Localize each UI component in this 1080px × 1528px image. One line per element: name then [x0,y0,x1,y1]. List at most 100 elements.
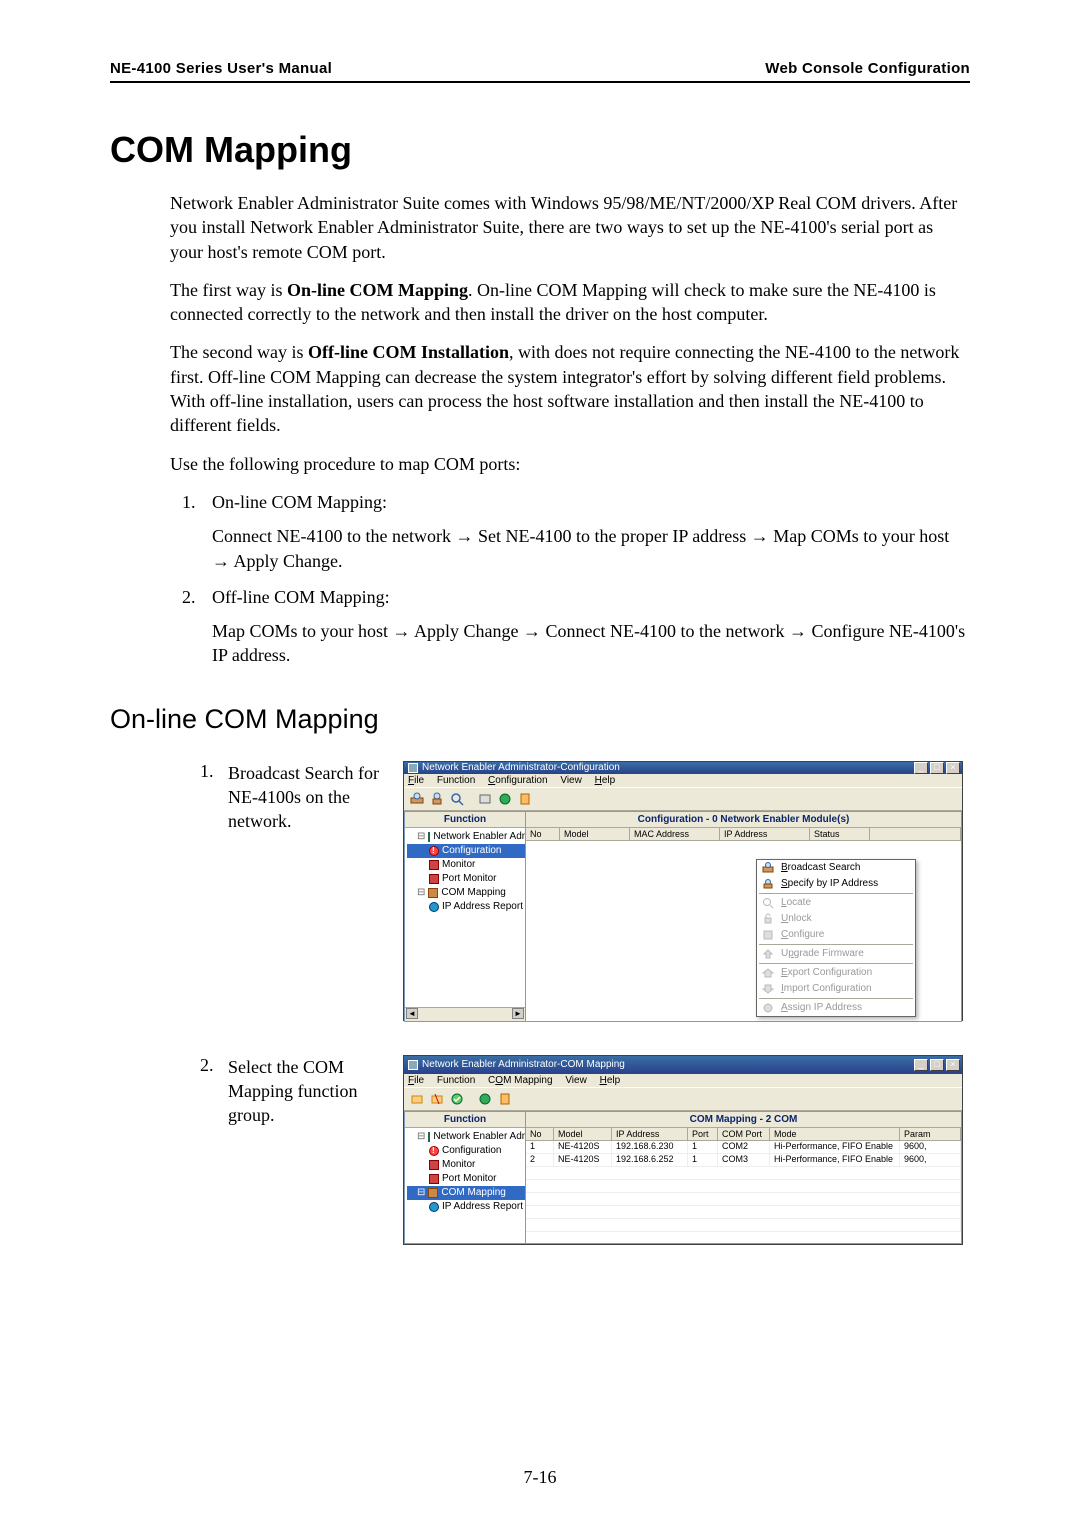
ctx-assign-ip: Assign IP Address [757,1000,915,1016]
toolbar-btn-6[interactable] [516,790,534,808]
config-window: Network Enabler Administrator-Configurat… [403,761,963,1021]
col-param[interactable]: Param [900,1128,961,1140]
menu-function[interactable]: Function [437,775,475,786]
menu-help[interactable]: Help [595,775,616,786]
step-1-text: Broadcast Search for NE-4100s on the net… [228,761,403,834]
export-icon [761,966,775,980]
close-button[interactable]: × [946,762,960,774]
table-row[interactable]: 2 NE-4120S 192.168.6.252 1 COM3 Hi-Perfo… [526,1154,961,1167]
broadcast-icon [761,861,775,875]
ctx-import: Import Configuration [757,981,915,997]
config-icon [429,1146,439,1156]
menu-configuration[interactable]: Configuration [488,775,548,786]
step-1-screenshot: Network Enabler Administrator-Configurat… [403,761,970,1021]
tree-com-mapping[interactable]: ⊟COM Mapping [407,886,525,900]
toolbar-btn-5[interactable] [496,790,514,808]
toolbar-btn-2[interactable] [428,790,446,808]
toolbar-btn-5[interactable] [496,1090,514,1108]
menu-com-mapping[interactable]: COM Mapping [488,1075,552,1086]
config-icon [429,846,439,856]
col-model[interactable]: Model [554,1128,612,1140]
tree-port-monitor[interactable]: Port Monitor [407,872,525,886]
minimize-button[interactable]: _ [914,1059,928,1071]
tree-port-monitor[interactable]: Port Monitor [407,1172,525,1186]
close-button[interactable]: × [946,1059,960,1071]
maximize-button[interactable]: □ [930,1059,944,1071]
menu-file[interactable]: File [408,775,424,786]
port-monitor-icon [429,874,439,884]
menu-help[interactable]: Help [600,1075,621,1086]
para-use: Use the following procedure to map COM p… [170,452,970,476]
monitor-icon [429,860,439,870]
col-comport[interactable]: COM Port [718,1128,770,1140]
locate-icon [761,896,775,910]
menu-view[interactable]: View [560,775,582,786]
toolbar-btn-4[interactable] [476,790,494,808]
ip-report-icon [429,1202,439,1212]
minimize-button[interactable]: _ [914,762,928,774]
com-mapping-icon [428,888,438,898]
titlebar-2: Network Enabler Administrator-COM Mappin… [404,1056,962,1074]
toolbar-btn-4[interactable] [476,1090,494,1108]
toolbar-2 [404,1087,962,1111]
col-mac[interactable]: MAC Address [630,828,720,840]
ctx-unlock: Unlock [757,911,915,927]
grid-rows: 1 NE-4120S 192.168.6.230 1 COM2 Hi-Perfo… [526,1141,961,1232]
ip-report-icon [429,902,439,912]
col-model[interactable]: Model [560,828,630,840]
menubar-2: File Function COM Mapping View Help [404,1074,962,1087]
col-ip[interactable]: IP Address [720,828,810,840]
menu-function[interactable]: Function [437,1075,475,1086]
tree-com-mapping[interactable]: ⊟COM Mapping [407,1186,525,1200]
tree-monitor[interactable]: Monitor [407,1158,525,1172]
menu-view[interactable]: View [565,1075,587,1086]
function-tree-2: Function ⊟Network Enabler Admi… Configur… [404,1111,526,1244]
ctx-upgrade: Upgrade Firmware [757,946,915,962]
col-no[interactable]: No [526,1128,554,1140]
toolbar-btn-3[interactable] [448,1090,466,1108]
tree-root[interactable]: ⊟Network Enabler Admi… [407,830,525,844]
ctx-specify-ip[interactable]: Specify by IP Address [757,876,915,892]
col-status[interactable]: Status [810,828,870,840]
ctx-configure: Configure [757,927,915,943]
intro-para: Network Enabler Administrator Suite come… [170,191,970,264]
maximize-button[interactable]: □ [930,762,944,774]
toolbar-btn-3[interactable] [448,790,466,808]
ctx-broadcast-search[interactable]: Broadcast Search [757,860,915,876]
toolbar-btn-1[interactable] [408,1090,426,1108]
config-grid: Configuration - 0 Network Enabler Module… [526,811,962,1022]
tree-ip-report[interactable]: IP Address Report [407,900,525,914]
context-menu: Broadcast Search Specify by IP Address L… [756,859,916,1017]
window-controls-2: _ □ × [914,1059,960,1071]
assign-ip-icon [761,1001,775,1015]
table-row [526,1219,961,1232]
tree-configuration[interactable]: Configuration [407,844,525,858]
table-row[interactable]: 1 NE-4120S 192.168.6.230 1 COM2 Hi-Perfo… [526,1141,961,1154]
ctx-separator-4 [759,998,913,999]
col-mode[interactable]: Mode [770,1128,900,1140]
step-1-row: 1. Broadcast Search for NE-4100s on the … [200,761,970,1021]
table-row [526,1206,961,1219]
col-ip[interactable]: IP Address [612,1128,688,1140]
tree-root[interactable]: ⊟Network Enabler Admi… [407,1130,525,1144]
tree-ip-report[interactable]: IP Address Report [407,1200,525,1214]
commapping-grid: COM Mapping - 2 COM No Model IP Address … [526,1111,962,1244]
toolbar-btn-2[interactable] [428,1090,446,1108]
grid-title-2: COM Mapping - 2 COM [526,1112,961,1128]
tree-configuration[interactable]: Configuration [407,1144,525,1158]
ctx-separator-2 [759,944,913,945]
header-left: NE-4100 Series User's Manual [110,60,332,77]
col-no[interactable]: No [526,828,560,840]
tree-monitor[interactable]: Monitor [407,858,525,872]
tree-scrollbar[interactable]: ◄► [405,1007,525,1021]
admin-icon [428,832,430,842]
col-port[interactable]: Port [688,1128,718,1140]
menu-file[interactable]: File [408,1075,424,1086]
app-icon [408,1060,418,1070]
tree-header: Function [405,812,525,828]
step-1-num: 1. [200,761,228,782]
page-header: NE-4100 Series User's Manual Web Console… [110,60,970,83]
step-2-screenshot: Network Enabler Administrator-COM Mappin… [403,1055,970,1245]
toolbar-btn-1[interactable] [408,790,426,808]
grid-title: Configuration - 0 Network Enabler Module… [526,812,961,828]
